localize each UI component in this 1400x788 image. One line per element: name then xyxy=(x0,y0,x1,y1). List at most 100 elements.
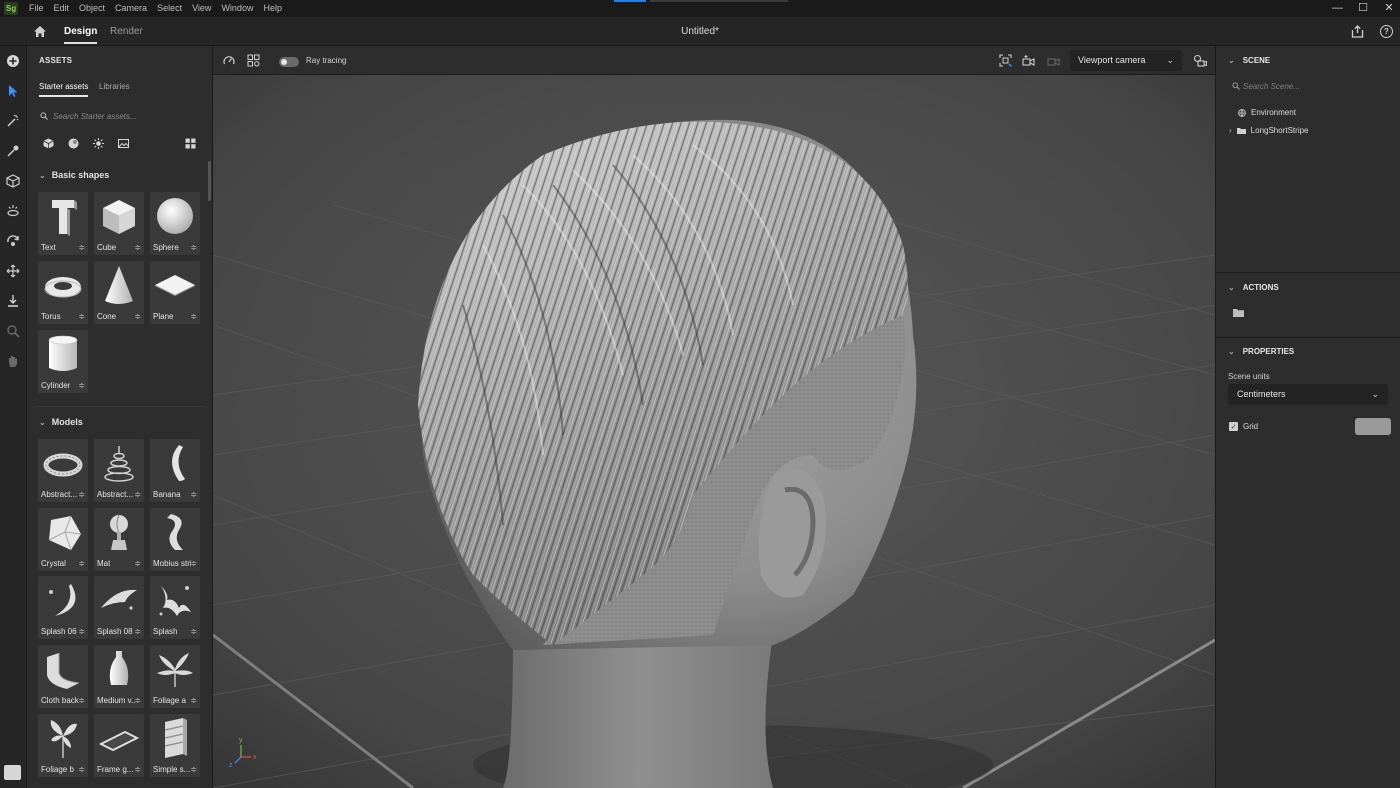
options-icon[interactable]: ≑ xyxy=(190,312,197,321)
options-icon[interactable]: ≑ xyxy=(78,627,85,636)
options-icon[interactable]: ≑ xyxy=(134,312,141,321)
asset-splash-08[interactable]: Splash 08 ≑ xyxy=(94,576,144,639)
options-icon[interactable]: ≑ xyxy=(78,381,85,390)
light-icon[interactable] xyxy=(5,203,21,219)
asset-cloth-back[interactable]: Cloth back...≑ xyxy=(38,645,88,708)
asset-mat[interactable]: Mat ≑ xyxy=(94,508,144,571)
folder-icon[interactable] xyxy=(1233,308,1244,317)
menu-object[interactable]: Object xyxy=(74,0,110,17)
material-filter-icon[interactable] xyxy=(68,138,79,149)
model-filter-icon[interactable] xyxy=(43,138,54,149)
minimize-button[interactable]: — xyxy=(1332,0,1343,17)
eyedropper-icon[interactable] xyxy=(5,143,21,159)
scene-search-input[interactable] xyxy=(1230,78,1390,94)
asset-sphere[interactable]: Sphere ≑ xyxy=(150,192,200,255)
magic-wand-icon[interactable] xyxy=(5,113,21,129)
move-icon[interactable] xyxy=(5,263,21,279)
options-icon[interactable]: ≑ xyxy=(78,243,85,252)
asset-plane[interactable]: Plane ≑ xyxy=(150,261,200,324)
asset-splash[interactable]: Splash ≑ xyxy=(150,576,200,639)
viewport-camera-select[interactable]: Viewport camera ⌄ xyxy=(1070,50,1182,71)
options-icon[interactable]: ≑ xyxy=(190,696,197,705)
options-icon[interactable]: ≑ xyxy=(78,696,85,705)
asset-search-input[interactable] xyxy=(37,108,207,124)
options-icon[interactable]: ≑ xyxy=(190,627,197,636)
panel-toggle-icon[interactable] xyxy=(4,765,21,780)
chevron-right-icon[interactable]: › xyxy=(1229,126,1232,135)
asset-cylinder[interactable]: Cylinder ≑ xyxy=(38,330,88,393)
options-icon[interactable]: ≑ xyxy=(134,490,141,499)
tab-starter-assets[interactable]: Starter assets xyxy=(39,82,89,97)
options-icon[interactable]: ≑ xyxy=(134,696,141,705)
scene-item-longshortstripe[interactable]: › LongShortStripe xyxy=(1229,126,1309,135)
asset-torus[interactable]: Torus ≑ xyxy=(38,261,88,324)
camera-bookmark-icon[interactable] xyxy=(1022,54,1035,67)
drop-to-ground-icon[interactable] xyxy=(5,293,21,309)
share-icon[interactable] xyxy=(1351,25,1364,38)
tab-design[interactable]: Design xyxy=(64,17,98,46)
section-models[interactable]: ⌄ Models xyxy=(39,417,83,427)
asset-abstract-2[interactable]: Abstract... ≑ xyxy=(94,439,144,502)
asset-splash-06[interactable]: Splash 06 ≑ xyxy=(38,576,88,639)
scene-header[interactable]: ⌄ SCENE xyxy=(1228,56,1270,65)
maximize-button[interactable]: ☐ xyxy=(1358,0,1368,17)
help-icon[interactable]: ? xyxy=(1380,25,1393,38)
actions-header[interactable]: ⌄ ACTIONS xyxy=(1228,283,1279,292)
orbit-icon[interactable] xyxy=(5,233,21,249)
grid-checkbox[interactable]: ✓ xyxy=(1229,422,1238,431)
asset-foliage-b[interactable]: Foliage b ≑ xyxy=(38,714,88,777)
options-icon[interactable]: ≑ xyxy=(78,559,85,568)
asset-foliage-a[interactable]: Foliage a ≑ xyxy=(150,645,200,708)
menu-camera[interactable]: Camera xyxy=(110,0,152,17)
scene-item-environment[interactable]: Environment xyxy=(1238,108,1296,117)
options-icon[interactable]: ≑ xyxy=(190,765,197,774)
options-icon[interactable]: ≑ xyxy=(134,243,141,252)
options-icon[interactable]: ≑ xyxy=(190,559,197,568)
options-icon[interactable]: ≑ xyxy=(190,243,197,252)
asset-frame-glass[interactable]: Frame g... ≑ xyxy=(94,714,144,777)
grid-view-icon[interactable] xyxy=(185,138,196,149)
pan-hand-icon[interactable] xyxy=(5,353,21,369)
asset-abstract-1[interactable]: Abstract... ≑ xyxy=(38,439,88,502)
select-icon[interactable] xyxy=(5,83,21,99)
section-basic-shapes[interactable]: ⌄ Basic shapes xyxy=(39,170,109,180)
close-button[interactable]: ✕ xyxy=(1384,0,1394,17)
image-filter-icon[interactable] xyxy=(118,138,129,149)
options-icon[interactable]: ≑ xyxy=(190,490,197,499)
menu-edit[interactable]: Edit xyxy=(49,0,75,17)
zoom-icon[interactable] xyxy=(5,323,21,339)
fit-frame-icon[interactable] xyxy=(999,54,1012,67)
asset-mobius[interactable]: Mobius strip≑ xyxy=(150,508,200,571)
home-icon[interactable] xyxy=(33,25,47,38)
options-icon[interactable]: ≑ xyxy=(134,627,141,636)
cube-icon[interactable] xyxy=(5,173,21,189)
options-icon[interactable]: ≑ xyxy=(78,765,85,774)
asset-simple-shelf[interactable]: Simple s... ≑ xyxy=(150,714,200,777)
asset-cube[interactable]: Cube ≑ xyxy=(94,192,144,255)
asset-cone[interactable]: Cone ≑ xyxy=(94,261,144,324)
tab-libraries[interactable]: Libraries xyxy=(99,82,130,91)
menu-view[interactable]: View xyxy=(187,0,216,17)
light-filter-icon[interactable] xyxy=(93,138,104,149)
properties-header[interactable]: ⌄ PROPERTIES xyxy=(1228,347,1294,356)
options-icon[interactable]: ≑ xyxy=(78,312,85,321)
options-icon[interactable]: ≑ xyxy=(134,559,141,568)
menu-file[interactable]: File xyxy=(24,0,49,17)
grid-color-swatch[interactable] xyxy=(1355,418,1391,435)
menu-select[interactable]: Select xyxy=(152,0,187,17)
title-bar-drag-area[interactable] xyxy=(650,0,788,2)
performance-gauge-icon[interactable] xyxy=(223,55,235,66)
ray-tracing-toggle[interactable] xyxy=(279,57,299,67)
tab-render[interactable]: Render xyxy=(110,17,143,46)
menu-window[interactable]: Window xyxy=(216,0,258,17)
viewport-3d[interactable]: y x z xyxy=(213,75,1215,788)
asset-medium-vase[interactable]: Medium v... ≑ xyxy=(94,645,144,708)
assets-scrollbar[interactable] xyxy=(208,161,211,201)
render-settings-icon[interactable] xyxy=(247,54,260,67)
camera-move-icon[interactable] xyxy=(1193,54,1207,67)
options-icon[interactable]: ≑ xyxy=(134,765,141,774)
asset-text[interactable]: Text ≑ xyxy=(38,192,88,255)
asset-crystal[interactable]: Crystal ≑ xyxy=(38,508,88,571)
scene-units-select[interactable]: Centimeters ⌄ xyxy=(1228,384,1388,405)
asset-banana[interactable]: Banana ≑ xyxy=(150,439,200,502)
